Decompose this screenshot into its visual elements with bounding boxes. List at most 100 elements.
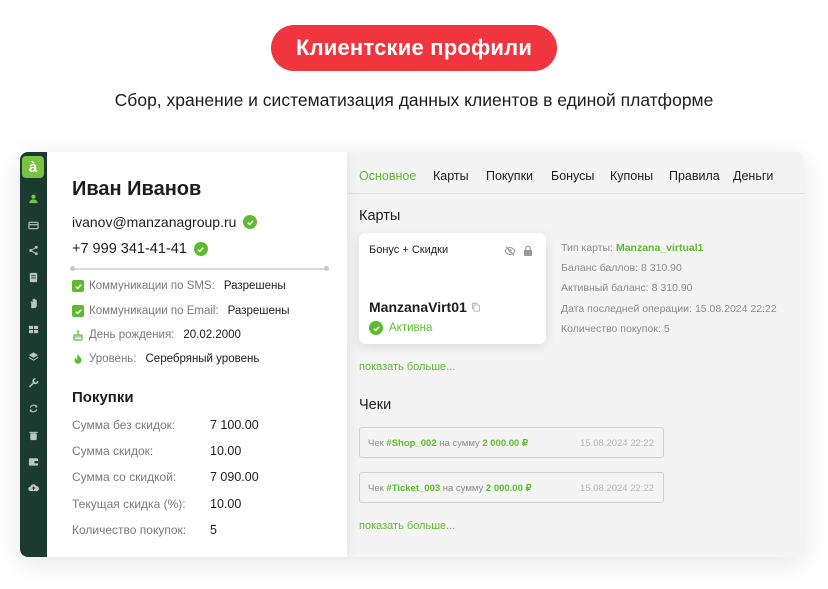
- receipt-prefix: Чек: [368, 438, 384, 449]
- verified-icon: [193, 242, 208, 256]
- receipt-amount: 2 000.00 ₽: [485, 483, 532, 494]
- card-meta-row: Активный баланс: 8 310.90: [561, 282, 693, 294]
- wallet-icon[interactable]: [26, 454, 41, 469]
- card-number: ManzanaVirt01: [369, 299, 467, 315]
- receipt-row[interactable]: Чек #Shop_002 на сумму 2 000.00 ₽ 15.08.…: [359, 427, 664, 458]
- receipt-text: Чек #Ticket_003 на сумму 2 000.00 ₽: [368, 483, 532, 494]
- email-consent-row: Коммуникации по Email: Разрешены: [72, 305, 290, 317]
- sms-consent-row: Коммуникации по SMS: Разрешены: [72, 280, 286, 292]
- stat-value: 10.00: [210, 497, 242, 511]
- receipt-mid: на сумму: [442, 483, 484, 494]
- cloud-upload-icon[interactable]: [26, 480, 41, 495]
- hand-icon[interactable]: [26, 296, 41, 311]
- checkbox-checked-icon[interactable]: [72, 280, 84, 292]
- client-phone[interactable]: +7 999 341-41-41: [72, 241, 187, 257]
- client-phone-row: +7 999 341-41-41: [72, 241, 208, 257]
- profile-panel: Иван Иванов ivanov@manzanagroup.ru +7 99…: [47, 152, 347, 557]
- info-label: Коммуникации по Email:: [89, 305, 219, 317]
- hero-subtitle: Сбор, хранение и систематизация данных к…: [114, 90, 714, 110]
- divider-handle: [70, 266, 75, 271]
- stat-label: Сумма скидок:: [72, 444, 154, 458]
- receipt-text: Чек #Shop_002 на сумму 2 000.00 ₽: [368, 438, 528, 449]
- info-label: День рождения:: [89, 329, 175, 341]
- tab-bonuses[interactable]: Бонусы: [551, 169, 594, 183]
- layers-icon[interactable]: [26, 349, 41, 364]
- stat-value: 10.00: [210, 444, 242, 458]
- stat-value: 7 100.00: [210, 418, 259, 432]
- client-email-row: ivanov@manzanagroup.ru: [72, 214, 258, 230]
- client-name: Иван Иванов: [72, 178, 202, 200]
- loyalty-card[interactable]: Бонус + Скидки ManzanaVirt01 Активна: [359, 233, 546, 344]
- grid-icon[interactable]: [26, 322, 41, 337]
- tab-bar: Основное Карты Покупки Бонусы Купоны Пра…: [347, 152, 804, 194]
- purchases-title: Покупки: [72, 389, 134, 406]
- eye-off-icon[interactable]: [504, 244, 516, 262]
- stat-label: Количество покупок:: [72, 523, 187, 537]
- meta-value: 15.08.2024 22:22: [694, 303, 777, 315]
- meta-label: Активный баланс:: [561, 282, 649, 294]
- wrench-icon[interactable]: [26, 375, 41, 390]
- tab-purchases[interactable]: Покупки: [486, 169, 533, 183]
- meta-label: Баланс баллов:: [561, 262, 638, 274]
- receipt-amount: 2 000.00 ₽: [482, 438, 529, 449]
- info-value: 20.02.2000: [183, 329, 241, 341]
- meta-value[interactable]: Manzana_virtual1: [616, 242, 704, 254]
- tab-cards[interactable]: Карты: [433, 169, 469, 183]
- info-label: Уровень:: [89, 353, 137, 365]
- meta-label: Тип карты:: [561, 242, 613, 254]
- sidebar: à: [20, 152, 47, 557]
- trash-icon[interactable]: [26, 428, 41, 443]
- main-content: Основное Карты Покупки Бонусы Купоны Пра…: [347, 152, 804, 557]
- document-icon[interactable]: [26, 270, 41, 285]
- checkbox-checked-icon[interactable]: [72, 305, 84, 317]
- card-status: Активна: [369, 321, 432, 335]
- refresh-icon[interactable]: [26, 401, 41, 416]
- divider: [70, 266, 329, 271]
- meta-value: 8 310.90: [640, 262, 682, 274]
- tab-coupons[interactable]: Купоны: [610, 169, 653, 183]
- stat-value: 5: [210, 523, 217, 537]
- receipts-title: Чеки: [359, 397, 392, 413]
- user-icon[interactable]: [26, 191, 41, 206]
- card-meta-row: Тип карты: Manzana_virtual1: [561, 242, 704, 254]
- lock-icon[interactable]: [522, 244, 534, 262]
- stat-value: 7 090.00: [210, 470, 259, 484]
- card-meta-row: Дата последней операции: 15.08.2024 22:22: [561, 303, 777, 315]
- receipt-row[interactable]: Чек #Ticket_003 на сумму 2 000.00 ₽ 15.0…: [359, 472, 664, 503]
- receipt-mid: на сумму: [439, 438, 480, 449]
- card-meta-row: Баланс баллов: 8 310.90: [561, 262, 682, 274]
- verified-icon: [243, 215, 258, 229]
- stat-label: Сумма без скидок:: [72, 418, 176, 432]
- client-email[interactable]: ivanov@manzanagroup.ru: [72, 214, 236, 230]
- receipt-date: 15.08.2024 22:22: [580, 438, 654, 449]
- share-icon[interactable]: [26, 243, 41, 258]
- page: Клиентские профили Сбор, хранение и сист…: [0, 0, 828, 589]
- tab-rules[interactable]: Правила: [669, 169, 720, 183]
- hero-title: Клиентские профили: [271, 25, 557, 71]
- card-name: Бонус + Скидки: [369, 244, 449, 256]
- receipts-show-more-link[interactable]: показать больше...: [359, 520, 455, 532]
- level-row: Уровень: Серебряный уровень: [72, 353, 259, 365]
- receipt-prefix: Чек: [368, 483, 384, 494]
- meta-value: 5: [663, 323, 670, 335]
- logo[interactable]: à: [22, 156, 44, 178]
- card-status-text: Активна: [389, 322, 433, 334]
- active-check-icon: [369, 321, 383, 335]
- cards-title: Карты: [359, 208, 401, 224]
- tab-money[interactable]: Деньги: [733, 169, 773, 183]
- divider-handle: [324, 266, 329, 271]
- tab-main[interactable]: Основное: [359, 169, 416, 183]
- info-label: Коммуникации по SMS:: [89, 280, 215, 292]
- receipt-id[interactable]: #Ticket_003: [386, 483, 440, 494]
- meta-value: 8 310.90: [651, 282, 693, 294]
- cards-show-more-link[interactable]: показать больше...: [359, 361, 455, 373]
- receipt-id[interactable]: #Shop_002: [386, 438, 436, 449]
- card-icon[interactable]: [26, 218, 41, 233]
- stat-label: Сумма со скидкой:: [72, 470, 177, 484]
- receipt-date: 15.08.2024 22:22: [580, 483, 654, 494]
- copy-icon[interactable]: [471, 299, 481, 315]
- card-meta-row: Количество покупок: 5: [561, 323, 670, 335]
- birthday-row: День рождения: 20.02.2000: [72, 329, 241, 341]
- info-value: Серебряный уровень: [145, 353, 260, 365]
- stat-label: Текущая скидка (%):: [72, 497, 186, 511]
